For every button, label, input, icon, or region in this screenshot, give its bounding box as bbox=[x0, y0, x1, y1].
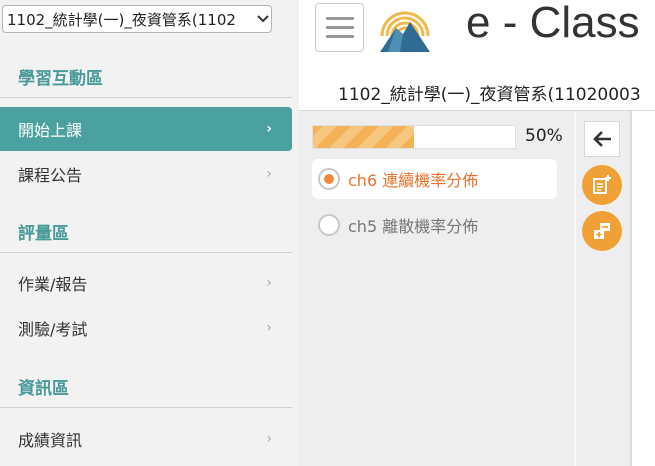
chapter-item-ch6[interactable]: ch6 連續機率分佈 bbox=[312, 159, 557, 199]
sidebar-item-label: 成績資訊 bbox=[18, 431, 83, 450]
add-item-button[interactable] bbox=[582, 211, 622, 251]
divider bbox=[0, 97, 292, 98]
sidebar-item-label: 開始上課 bbox=[18, 121, 83, 140]
radio-selected-icon bbox=[318, 168, 340, 190]
logo-icon bbox=[376, 2, 434, 54]
chapter-label: ch5 離散機率分佈 bbox=[348, 217, 479, 236]
hamburger-menu-button[interactable] bbox=[315, 3, 364, 52]
chevron-down-icon bbox=[255, 13, 271, 26]
sidebar-item-start-class[interactable]: 開始上課 › bbox=[0, 107, 292, 151]
add-note-icon bbox=[593, 175, 611, 194]
chevron-right-icon: › bbox=[266, 121, 272, 137]
divider bbox=[630, 111, 632, 466]
chapter-item-ch5[interactable]: ch5 離散機率分佈 bbox=[312, 205, 557, 245]
hamburger-icon bbox=[325, 17, 354, 20]
radio-unselected-icon bbox=[318, 214, 340, 236]
divider bbox=[0, 252, 292, 253]
sidebar: 1102_統計學(一)_夜資管系(1102 學習互動區 開始上課 › 課程公告 … bbox=[0, 0, 299, 466]
course-select[interactable]: 1102_統計學(一)_夜資管系(1102 bbox=[2, 5, 272, 33]
sidebar-item-label: 課程公告 bbox=[18, 166, 83, 185]
sidebar-item-label: 作業/報告 bbox=[18, 275, 88, 294]
progress-fill bbox=[313, 126, 414, 148]
sidebar-item-exams[interactable]: 測驗/考試 › bbox=[0, 306, 292, 350]
chevron-right-icon: › bbox=[266, 275, 272, 291]
toolbar bbox=[576, 111, 630, 466]
section-title-assessment: 評量區 bbox=[18, 224, 69, 244]
add-item-icon bbox=[594, 223, 610, 239]
divider bbox=[0, 407, 292, 408]
progress-bar bbox=[312, 125, 516, 149]
course-select-value: 1102_統計學(一)_夜資管系(1102 bbox=[7, 10, 236, 29]
sidebar-item-assignments[interactable]: 作業/報告 › bbox=[0, 261, 292, 305]
add-note-button[interactable] bbox=[582, 165, 622, 205]
chevron-right-icon: › bbox=[266, 320, 272, 336]
back-button[interactable] bbox=[584, 121, 620, 157]
section-title-info: 資訊區 bbox=[18, 379, 69, 399]
chevron-right-icon: › bbox=[266, 166, 272, 182]
progress-label: 50% bbox=[525, 126, 563, 146]
chapter-label: ch6 連續機率分佈 bbox=[348, 171, 479, 190]
sidebar-item-grades[interactable]: 成績資訊 › bbox=[0, 417, 292, 461]
chevron-right-icon: › bbox=[266, 431, 272, 447]
back-arrow-icon bbox=[593, 131, 611, 147]
course-title: 1102_統計學(一)_夜資管系(11020003 bbox=[338, 85, 641, 105]
brand-title: e - Class bbox=[466, 0, 640, 47]
sidebar-item-announcements[interactable]: 課程公告 › bbox=[0, 152, 292, 196]
sidebar-item-label: 測驗/考試 bbox=[18, 320, 88, 339]
chapter-panel: 50% ch6 連續機率分佈 ch5 離散機率分佈 bbox=[299, 111, 574, 466]
section-title-interaction: 學習互動區 bbox=[18, 69, 103, 89]
